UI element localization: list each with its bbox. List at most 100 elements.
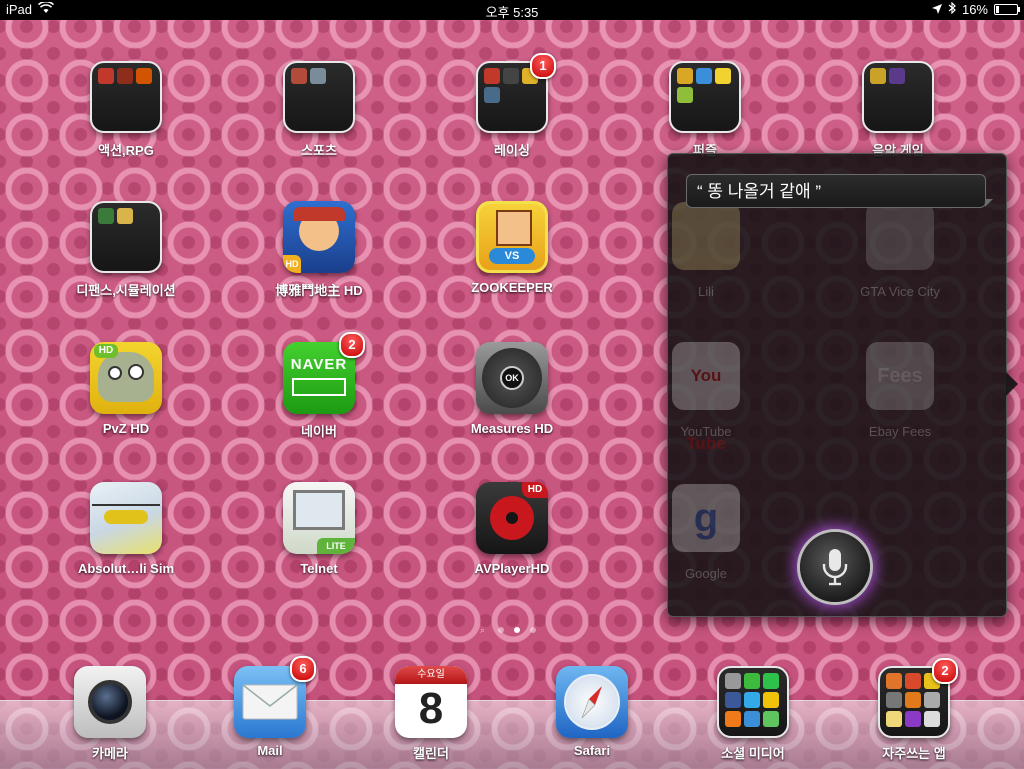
mini-app-icon: [725, 711, 741, 727]
mail-icon: 6: [234, 656, 316, 738]
hd-tag: HD: [522, 482, 548, 498]
battery-icon: [994, 4, 1020, 15]
mini-app-icon: [905, 692, 921, 708]
dock-social-folder[interactable]: 소셜 미디어: [683, 666, 823, 762]
notification-badge: 2: [932, 658, 958, 684]
app-label: 네이버: [301, 424, 337, 439]
folder-icon: [717, 666, 789, 738]
app-label: YouTube: [680, 424, 732, 439]
page-dot-active[interactable]: [514, 627, 520, 633]
avplayer-icon: HD: [476, 482, 548, 554]
folder-defense-sim[interactable]: 디팬스,시뮬레이션: [56, 201, 196, 299]
zombie-face-icon: [98, 352, 154, 402]
background-app-ebay-fees: Fees Ebay Fees: [840, 342, 960, 439]
page-dot[interactable]: [530, 627, 536, 633]
app-label: Telnet: [300, 561, 338, 576]
notification-badge: 6: [290, 656, 316, 682]
dock-camera[interactable]: 카메라: [40, 666, 180, 762]
mini-app-icon: [310, 68, 326, 84]
mini-app-icon: [744, 673, 760, 689]
dock-mail[interactable]: 6 Mail: [200, 656, 340, 758]
siri-pointer: [1006, 372, 1018, 396]
mini-app-icon: [886, 711, 902, 727]
monitor-icon: [293, 490, 345, 530]
compass-needle-icon: [581, 686, 602, 719]
folder-racing[interactable]: 1 레이싱: [442, 53, 582, 159]
app-zookeeper[interactable]: VS ZOOKEEPER: [442, 201, 582, 295]
app-label: 소셜 미디어: [721, 746, 785, 761]
app-pvz[interactable]: HD PvZ HD: [56, 342, 196, 436]
naver-icon: NAVER 2: [283, 332, 365, 414]
app-label: PvZ HD: [102, 421, 150, 436]
page-dot[interactable]: [498, 627, 504, 633]
app-label: 레이싱: [494, 143, 530, 158]
folder-icon: [283, 61, 355, 133]
app-label: Ebay Fees: [868, 424, 932, 439]
camera-lens-icon: [88, 680, 132, 724]
folder-puzzle[interactable]: 퍼즐: [635, 61, 775, 159]
google-icon: g: [672, 484, 740, 552]
folder-music-game[interactable]: 음악 게임: [828, 61, 968, 159]
page-indicator[interactable]: ⌕: [480, 626, 536, 635]
mini-app-icon: [905, 673, 921, 689]
calendar-icon: 수요일 8: [395, 666, 467, 738]
helicopter-icon: [90, 482, 162, 554]
mini-app-icon: [924, 711, 940, 727]
siri-mic-button[interactable]: [800, 532, 870, 602]
mini-app-icon: [744, 711, 760, 727]
vs-tag: VS: [489, 248, 535, 264]
folder-action-rpg[interactable]: 액션,RPG: [56, 61, 196, 159]
naver-wordmark: NAVER: [290, 356, 348, 373]
status-bar: iPad 오후 5:35 16%: [0, 0, 1024, 20]
app-heli-sim[interactable]: Absolut…li Sim: [56, 482, 196, 576]
app-label: 디팬스,시뮬레이션: [76, 283, 176, 298]
lili-icon: [672, 202, 740, 270]
folder-icon: [669, 61, 741, 133]
telnet-icon: LITE: [283, 482, 355, 554]
zookeeper-icon: VS: [476, 201, 548, 273]
dock-frequent-folder[interactable]: 2 자주쓰는 앱: [844, 658, 984, 762]
notification-badge: 1: [530, 53, 556, 79]
rotor-icon: [92, 504, 160, 506]
app-telnet[interactable]: LITE Telnet: [249, 482, 389, 576]
gta-icon: [866, 202, 934, 270]
mini-app-icon: [136, 68, 152, 84]
app-avplayer[interactable]: HD AVPlayerHD: [442, 482, 582, 576]
ebay-fees-icon: Fees: [866, 342, 934, 410]
mini-app-icon: [484, 87, 500, 103]
background-app-google: g Google: [646, 484, 766, 581]
envelope-icon: [242, 684, 298, 720]
folder-icon: 1: [476, 53, 556, 133]
mini-app-icon: [98, 208, 114, 224]
app-label: ZOOKEEPER: [471, 280, 553, 295]
mini-app-icon: [886, 673, 902, 689]
app-label: Safari: [573, 743, 611, 758]
mini-app-icon: [763, 692, 779, 708]
location-arrow-icon: [931, 2, 942, 17]
dock-safari[interactable]: Safari: [522, 666, 662, 758]
app-label: 캘린더: [413, 746, 449, 761]
app-label: 博雅鬥地主 HD: [275, 283, 363, 298]
lite-tag: LITE: [317, 538, 355, 554]
app-label: AVPlayerHD: [474, 561, 550, 576]
app-label: 액션,RPG: [98, 143, 154, 158]
search-box-icon: [292, 378, 346, 396]
mini-app-icon: [503, 68, 519, 84]
folder-icon: [90, 61, 162, 133]
app-naver[interactable]: NAVER 2 네이버: [249, 332, 389, 440]
spotlight-search-icon[interactable]: ⌕: [480, 626, 488, 635]
app-doudizhu[interactable]: HD 博雅鬥地主 HD: [249, 201, 389, 299]
app-label: GTA Vice City: [860, 284, 940, 299]
mini-app-icon: [291, 68, 307, 84]
mini-app-icon: [763, 711, 779, 727]
zombie-eye-icon: [108, 366, 122, 380]
dock-calendar[interactable]: 수요일 8 캘린더: [361, 666, 501, 762]
character-hat-icon: [293, 207, 345, 221]
clock: 오후 5:35: [485, 5, 539, 20]
app-measures[interactable]: OK Measures HD: [442, 342, 582, 436]
folder-icon: 2: [878, 658, 958, 738]
notification-badge: 2: [339, 332, 365, 358]
doudizhu-icon: HD: [283, 201, 355, 273]
app-label: 스포츠: [301, 143, 337, 158]
folder-sports[interactable]: 스포츠: [249, 61, 389, 159]
